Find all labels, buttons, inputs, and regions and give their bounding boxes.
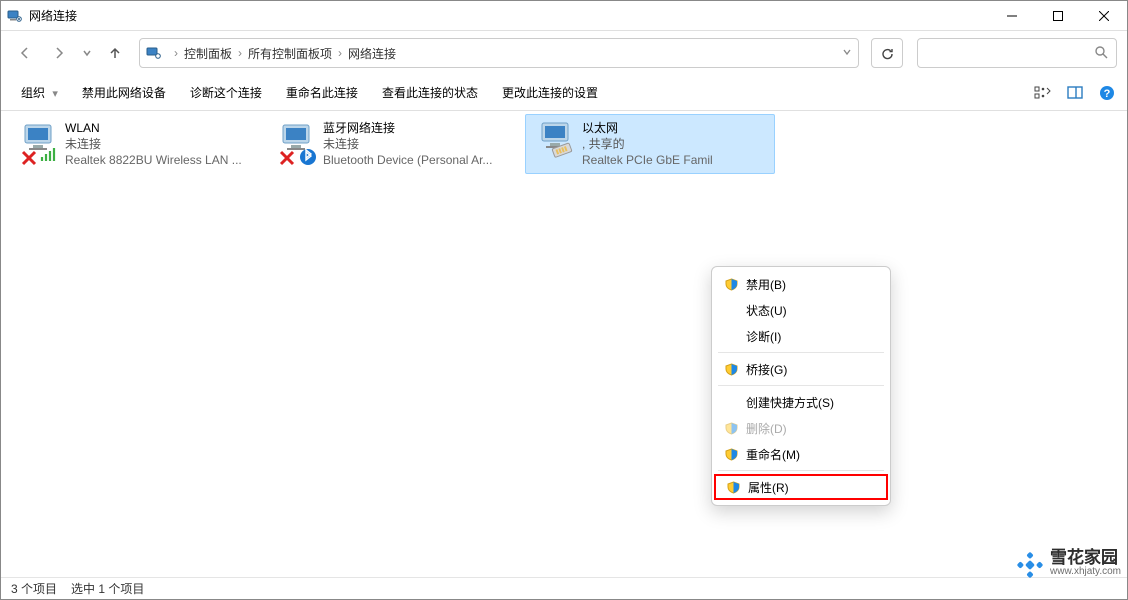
toolbar-rename[interactable]: 重命名此连接: [276, 80, 368, 105]
ctx-diagnose[interactable]: 诊断(I): [712, 323, 890, 349]
breadcrumb-item[interactable]: 控制面板: [184, 45, 232, 62]
toolbar-disable-device[interactable]: 禁用此网络设备: [72, 80, 176, 105]
watermark-url: www.xhjaty.com: [1050, 565, 1121, 579]
search-input[interactable]: [917, 38, 1117, 68]
watermark: 雪花家园 www.xhjaty.com: [1016, 551, 1121, 579]
titlebar: 网络连接: [1, 1, 1127, 31]
back-button[interactable]: [11, 39, 39, 67]
chevron-down-icon: ▾: [52, 88, 58, 100]
connection-item-wlan[interactable]: WLAN 未连接 Realtek 8822BU Wireless LAN ...: [9, 115, 259, 173]
shield-icon: [724, 362, 738, 376]
shield-icon: [724, 277, 738, 291]
status-selected-count: 选中 1 个项目: [71, 580, 144, 597]
toolbar: 组织 ▾ 禁用此网络设备 诊断这个连接 重命名此连接 查看此连接的状态 更改此连…: [1, 75, 1127, 111]
shield-icon: [724, 421, 738, 435]
maximize-button[interactable]: [1035, 1, 1081, 30]
breadcrumb-sep-icon: ›: [338, 46, 342, 60]
chevron-down-icon[interactable]: [842, 46, 852, 60]
connection-item-ethernet[interactable]: 以太网 , 共享的 Realtek PCIe GbE Famil: [525, 114, 775, 174]
connection-status: 未连接: [323, 136, 492, 152]
connection-name: 蓝牙网络连接: [323, 120, 492, 136]
toolbar-diagnose[interactable]: 诊断这个连接: [180, 80, 272, 105]
network-adapter-icon: [273, 119, 323, 169]
ctx-shortcut[interactable]: 创建快捷方式(S): [712, 389, 890, 415]
ctx-rename[interactable]: 重命名(M): [712, 441, 890, 467]
context-menu: 禁用(B) 状态(U) 诊断(I) 桥接(G) 创建快捷方式(S) 删除(D) …: [711, 266, 891, 506]
menu-separator: [718, 385, 884, 386]
refresh-button[interactable]: [871, 38, 903, 68]
breadcrumb-item[interactable]: 网络连接: [348, 45, 396, 62]
menu-separator: [718, 352, 884, 353]
connection-name: 以太网: [582, 120, 713, 136]
breadcrumb-item[interactable]: 所有控制面板项: [248, 45, 332, 62]
shield-icon: [724, 447, 738, 461]
ctx-delete: 删除(D): [712, 415, 890, 441]
menu-separator: [718, 470, 884, 471]
shield-icon: [726, 480, 740, 494]
forward-button[interactable]: [45, 39, 73, 67]
breadcrumb[interactable]: › 控制面板 › 所有控制面板项 › 网络连接: [139, 38, 859, 68]
help-button[interactable]: ?: [1097, 83, 1117, 103]
up-button[interactable]: [101, 39, 129, 67]
connection-device: Bluetooth Device (Personal Ar...: [323, 152, 492, 168]
svg-text:?: ?: [1104, 88, 1111, 100]
search-icon: [1094, 45, 1108, 62]
snowflake-icon: [1016, 551, 1044, 579]
connection-device: Realtek 8822BU Wireless LAN ...: [65, 152, 242, 168]
connection-item-bluetooth[interactable]: 蓝牙网络连接 未连接 Bluetooth Device (Personal Ar…: [267, 115, 517, 173]
window-title: 网络连接: [29, 7, 989, 24]
status-bar: 3 个项目 选中 1 个项目: [1, 577, 1127, 599]
organize-button[interactable]: 组织 ▾: [11, 80, 68, 105]
window-controls: [989, 1, 1127, 30]
content-area: WLAN 未连接 Realtek 8822BU Wireless LAN ...…: [1, 111, 1127, 579]
minimize-button[interactable]: [989, 1, 1035, 30]
preview-pane-button[interactable]: [1065, 83, 1085, 103]
network-adapter-icon: [15, 119, 65, 169]
ctx-disable[interactable]: 禁用(B): [712, 271, 890, 297]
close-button[interactable]: [1081, 1, 1127, 30]
network-adapter-icon: [532, 119, 582, 169]
view-options-button[interactable]: [1033, 83, 1053, 103]
ctx-properties[interactable]: 属性(R): [714, 474, 888, 500]
connection-name: WLAN: [65, 120, 242, 136]
ctx-status[interactable]: 状态(U): [712, 297, 890, 323]
breadcrumb-sep-icon: ›: [174, 46, 178, 60]
toolbar-change-settings[interactable]: 更改此连接的设置: [492, 80, 608, 105]
toolbar-view-status[interactable]: 查看此连接的状态: [372, 80, 488, 105]
connection-status: 未连接: [65, 136, 242, 152]
breadcrumb-sep-icon: ›: [238, 46, 242, 60]
recent-button[interactable]: [79, 39, 95, 67]
watermark-title: 雪花家园: [1050, 551, 1121, 565]
status-item-count: 3 个项目: [11, 580, 57, 597]
breadcrumb-icon: [146, 45, 162, 61]
connection-device: Realtek PCIe GbE Famil: [582, 152, 713, 168]
navigation-row: › 控制面板 › 所有控制面板项 › 网络连接: [1, 31, 1127, 75]
app-icon: [7, 8, 23, 24]
connection-status: , 共享的: [582, 136, 713, 152]
ctx-bridge[interactable]: 桥接(G): [712, 356, 890, 382]
